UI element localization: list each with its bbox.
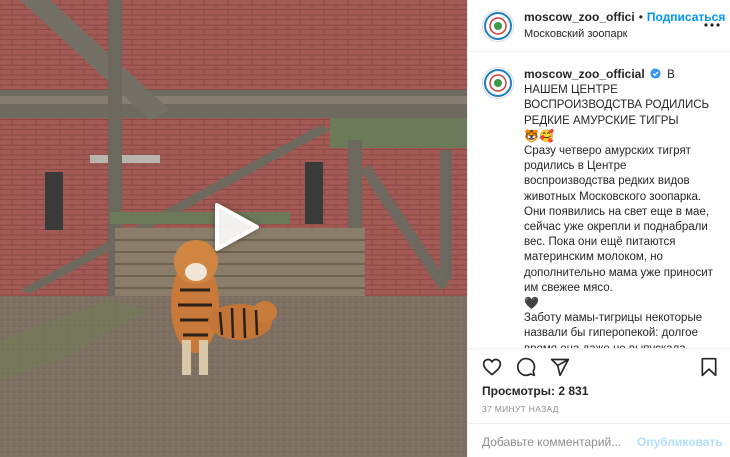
avatar[interactable] <box>482 9 514 42</box>
actions-section: Просмотры: 2 831 37 МИНУТ НАЗАД Опублико… <box>468 348 730 457</box>
views-count[interactable]: Просмотры: 2 831 <box>482 384 588 398</box>
verified-badge-icon <box>650 68 661 79</box>
post-timestamp[interactable]: 37 МИНУТ НАЗАД <box>482 404 559 414</box>
caption-paragraph-2: Заботу мамы-тигрицы некоторые назвали бы… <box>524 312 703 348</box>
post-side-panel: moscow_zoo_offici • Подписаться Московск… <box>467 0 730 457</box>
zoo-logo-icon <box>484 11 512 40</box>
header-username[interactable]: moscow_zoo_offici <box>524 10 635 25</box>
zoo-logo-icon <box>484 69 512 97</box>
caption-username[interactable]: moscow_zoo_official <box>524 67 645 81</box>
caption-area: moscow_zoo_official В НАШЕМ ЦЕНТРЕ ВОСПР… <box>468 53 730 348</box>
play-button[interactable] <box>209 201 261 253</box>
location-link[interactable]: Московский зоопарк <box>524 27 725 42</box>
add-comment-form: Опубликовать <box>468 423 730 457</box>
separator-dot: • <box>638 9 643 24</box>
heart-icon[interactable] <box>482 357 502 377</box>
caption-avatar[interactable] <box>482 67 514 99</box>
caption-paragraph-1: Сразу четверо амурских тигрят родились в… <box>524 145 713 294</box>
caption-emojis: 🐯🥰 <box>524 128 554 143</box>
comment-input[interactable] <box>482 434 637 449</box>
post-header: moscow_zoo_offici • Подписаться Московск… <box>468 0 730 52</box>
publish-button[interactable]: Опубликовать <box>637 435 723 449</box>
play-icon <box>215 203 259 251</box>
ellipsis-icon[interactable] <box>703 16 721 34</box>
post-video[interactable] <box>0 0 467 457</box>
bookmark-icon[interactable] <box>699 357 719 377</box>
caption-text: moscow_zoo_official В НАШЕМ ЦЕНТРЕ ВОСПР… <box>524 67 719 348</box>
comment-icon[interactable] <box>516 357 536 377</box>
caption-heart: 🖤 <box>524 296 539 311</box>
share-icon[interactable] <box>550 357 570 377</box>
